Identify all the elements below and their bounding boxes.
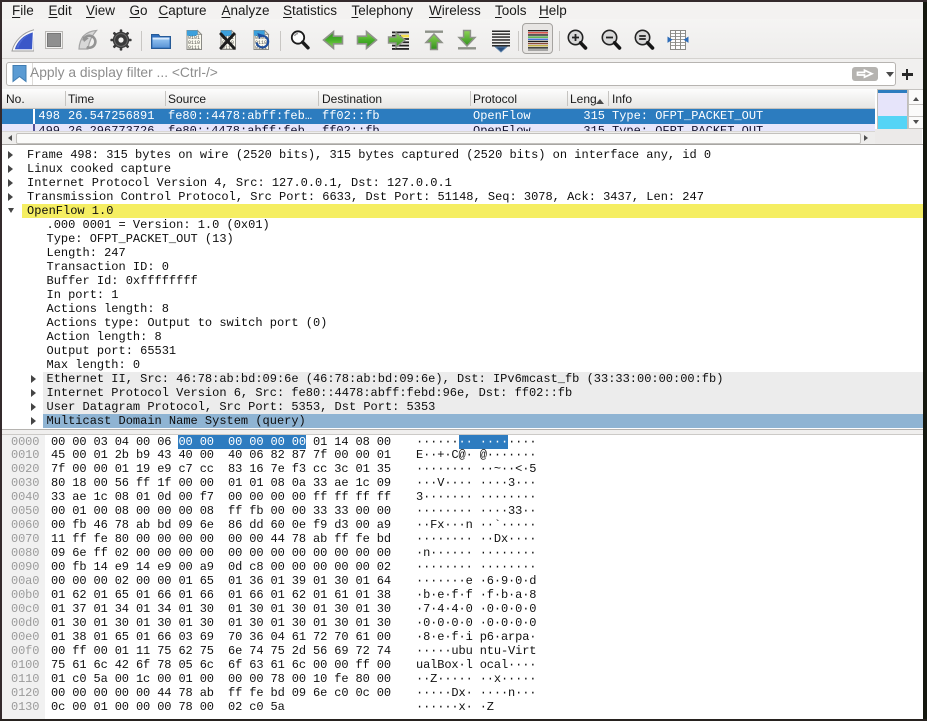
svg-text:0111: 0111 (188, 45, 200, 51)
